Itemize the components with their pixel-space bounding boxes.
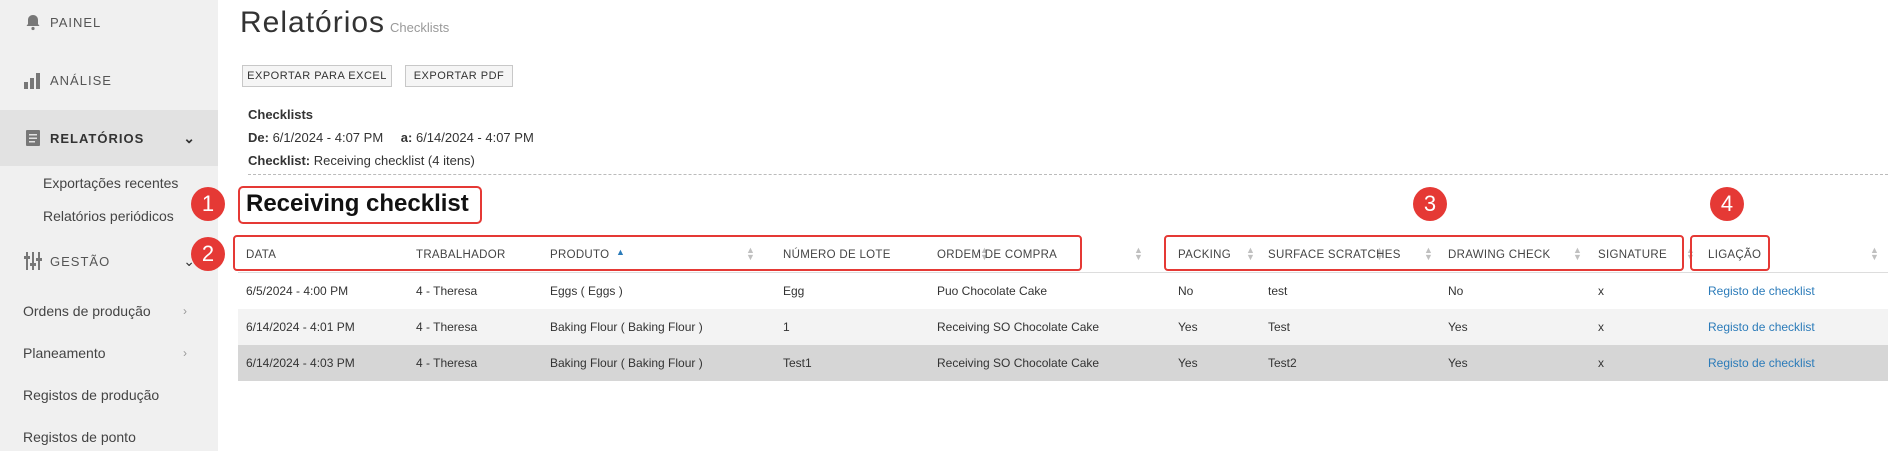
to-value: 6/14/2024 - 4:07 PM [415,130,534,145]
document-icon [22,127,44,149]
table-row[interactable]: 6/5/2024 - 4:00 PM 4 - Theresa Eggs ( Eg… [238,273,1888,309]
export-excel-button[interactable]: EXPORTAR PARA EXCEL [242,65,392,87]
info-checklist: Checklist: Receiving checklist (4 itens) [248,153,475,168]
chevron-right-icon: › [183,346,187,360]
highlight-box-link-column [1690,235,1770,271]
annotation-badge-4: 4 [1710,187,1744,221]
nav-item-analise[interactable]: ANÁLISE [0,52,218,108]
from-value: 6/1/2024 - 4:07 PM [272,130,384,145]
cell-packing: Yes [1178,356,1198,370]
info-heading: Checklists [248,107,314,122]
table-row[interactable]: 6/14/2024 - 4:01 PM 4 - Theresa Baking F… [238,309,1888,345]
checklist-value: Receiving checklist (4 itens) [313,153,475,168]
cell-produto: Baking Flour ( Baking Flour ) [550,320,703,334]
cell-ordem-compra: Receiving SO Chocolate Cake [937,356,1100,370]
cell-data: 6/5/2024 - 4:00 PM [246,284,349,298]
sub-item-exportacoes[interactable]: Exportações recentes [43,175,178,191]
nav-item-gestao[interactable]: GESTÃO ⌄ [0,233,218,289]
nav-item-ordens[interactable]: Ordens de produção [23,303,151,319]
annotation-badge-1: 1 [191,187,225,221]
cell-trabalhador: 4 - Theresa [416,356,478,370]
bell-icon [22,11,44,33]
nav-label: PAINEL [50,14,102,30]
info-date-range: De: 6/1/2024 - 4:07 PM a: 6/14/2024 - 4:… [248,130,534,145]
cell-data: 6/14/2024 - 4:01 PM [246,320,355,334]
nav-item-registos-producao[interactable]: Registos de produção [23,387,159,403]
table-row[interactable]: 6/14/2024 - 4:03 PM 4 - Theresa Baking F… [238,345,1888,381]
highlight-box-checklist-columns [1164,235,1684,271]
chevron-down-icon: ⌄ [183,129,196,146]
nav-label: RELATÓRIOS [50,130,145,146]
annotation-badge-3: 3 [1413,187,1447,221]
cell-produto: Baking Flour ( Baking Flour ) [550,356,703,370]
annotation-badge-2: 2 [191,237,225,271]
sub-item-periodicos[interactable]: Relatórios periódicos [43,208,174,224]
cell-surface-scratches: Test2 [1268,356,1297,370]
section-title: Receiving checklist [238,186,482,224]
cell-signature: x [1598,320,1604,334]
divider [248,174,1888,175]
cell-packing: Yes [1178,320,1198,334]
cell-signature: x [1598,356,1604,370]
cell-trabalhador: 4 - Theresa [416,284,478,298]
export-pdf-button[interactable]: EXPORTAR PDF [405,65,513,87]
bar-chart-icon [22,69,44,91]
main-content: Relatórios Checklists EXPORTAR PARA EXCE… [191,0,1888,451]
cell-produto: Eggs ( Eggs ) [550,284,623,298]
nav-item-planeamento[interactable]: Planeamento [23,345,106,361]
cell-packing: No [1178,284,1194,298]
cell-trabalhador: 4 - Theresa [416,320,478,334]
cell-numero-lote: Test1 [783,356,812,370]
nav-item-registos-ponto[interactable]: Registos de ponto [23,429,136,445]
nav-item-painel[interactable]: PAINEL [0,0,218,50]
cell-surface-scratches: test [1268,284,1288,298]
checklist-link[interactable]: Registo de checklist [1708,284,1815,298]
chevron-right-icon: › [183,304,187,318]
checklist-label: Checklist: [248,153,311,168]
cell-numero-lote: 1 [783,320,790,334]
nav-label: ANÁLISE [50,72,112,88]
sidebar: PAINEL ANÁLISE RELATÓRIOS ⌄ Exportações … [0,0,218,451]
cell-signature: x [1598,284,1604,298]
cell-drawing-check: Yes [1448,356,1468,370]
nav-label: GESTÃO [50,253,111,269]
cell-surface-scratches: Test [1268,320,1291,334]
cell-numero-lote: Egg [783,284,805,298]
to-label: a: [400,130,413,145]
page-title: Relatórios [240,6,386,39]
highlight-box-standard-columns [233,235,1082,271]
sliders-icon [22,250,44,272]
nav-item-relatorios[interactable]: RELATÓRIOS ⌄ [0,110,218,166]
checklist-link[interactable]: Registo de checklist [1708,356,1815,370]
checklist-link[interactable]: Registo de checklist [1708,320,1815,334]
cell-data: 6/14/2024 - 4:03 PM [246,356,355,370]
cell-ordem-compra: Receiving SO Chocolate Cake [937,320,1100,334]
cell-drawing-check: Yes [1448,320,1468,334]
cell-ordem-compra: Puo Chocolate Cake [937,284,1048,298]
page-subtitle: Checklists [390,20,450,35]
sort-icon[interactable]: ▲ ▼ [1870,246,1879,262]
sort-icon[interactable]: ▲ ▼ [1134,246,1143,262]
from-label: De: [248,130,269,145]
cell-drawing-check: No [1448,284,1464,298]
